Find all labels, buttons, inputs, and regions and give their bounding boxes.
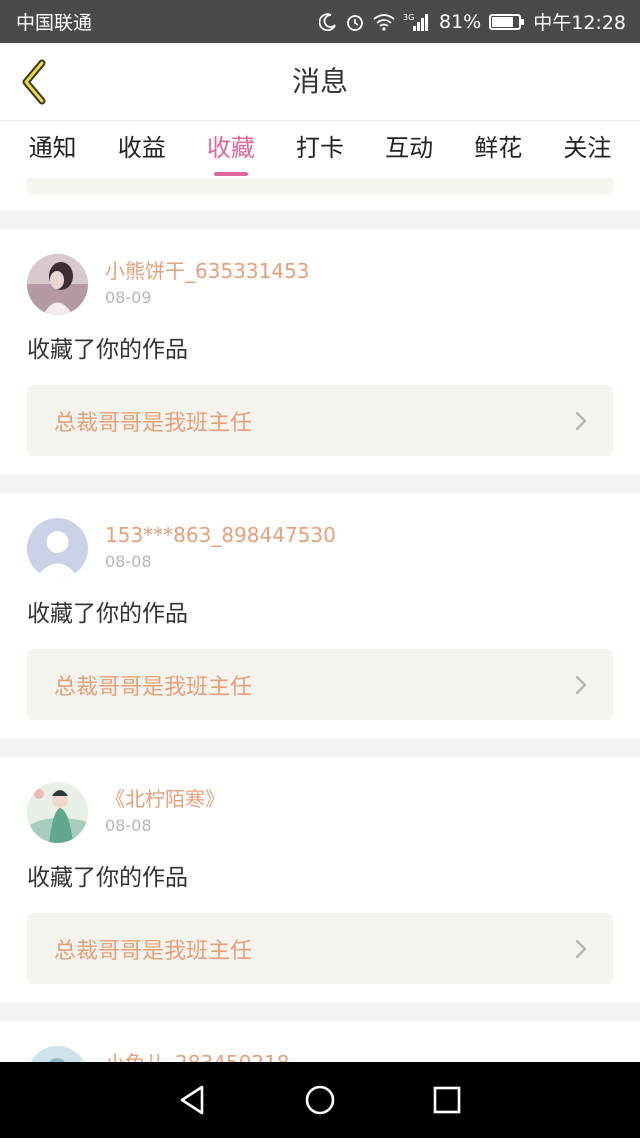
chevron-right-icon	[575, 675, 587, 695]
avatar[interactable]	[27, 254, 88, 315]
nav-back-button[interactable]	[173, 1080, 213, 1120]
chevron-right-icon	[575, 939, 587, 959]
circle-home-icon	[305, 1085, 335, 1115]
favorites-feed: 小熊饼干_635331453 08-09 收藏了你的作品 总裁哥哥是我班主任 1…	[0, 178, 640, 1062]
tab-1[interactable]: 收益	[114, 121, 170, 178]
tab-label: 互动	[385, 134, 434, 162]
system-nav-bar	[0, 1062, 640, 1138]
date: 08-09	[105, 288, 152, 307]
list-item-partial-top	[0, 178, 640, 210]
date: 08-08	[105, 552, 152, 571]
active-tab-indicator	[213, 172, 248, 176]
status-bar: 中国联通 3G 81% 中午12:28	[0, 0, 640, 43]
chevron-right-icon	[575, 411, 587, 431]
battery-percent: 81%	[439, 10, 482, 33]
tab-3[interactable]: 打卡	[292, 121, 348, 178]
nav-recents-button[interactable]	[427, 1080, 467, 1120]
battery-level	[492, 16, 514, 27]
tab-label: 收藏	[206, 134, 255, 162]
tab-2[interactable]: 收藏	[203, 121, 259, 178]
page-title: 消息	[291, 65, 348, 98]
nav-home-button[interactable]	[300, 1080, 340, 1120]
list-item: 小熊饼干_635331453 08-09 收藏了你的作品 总裁哥哥是我班主任	[0, 229, 640, 474]
work-link-partial[interactable]	[27, 178, 613, 194]
battery-icon	[489, 13, 525, 30]
user-name[interactable]: 小兔儿_283450218	[105, 1049, 290, 1062]
tab-label: 关注	[563, 134, 612, 162]
square-recents-icon	[433, 1086, 460, 1114]
tab-6[interactable]: 关注	[559, 121, 615, 178]
network-type-label: 3G	[403, 13, 414, 22]
tab-5[interactable]: 鲜花	[470, 121, 526, 178]
avatar[interactable]	[27, 782, 88, 843]
app-header: 消息	[0, 43, 640, 121]
tab-bar: 通知 收益 收藏 打卡 互动 鲜花 关注	[0, 121, 640, 178]
avatar[interactable]	[27, 1046, 88, 1062]
action-text: 收藏了你的作品	[27, 601, 188, 627]
action-text: 收藏了你的作品	[27, 337, 188, 363]
user-name[interactable]: 小熊饼干_635331453	[105, 257, 310, 285]
tab-label: 鲜花	[474, 134, 523, 162]
user-name[interactable]: 153***863_898447530	[105, 521, 336, 549]
user-name[interactable]: 《北柠陌寒》	[105, 785, 225, 813]
list-item-partial-bottom: 小兔儿_283450218	[0, 1021, 640, 1062]
clock: 中午12:28	[533, 12, 626, 34]
work-link[interactable]: 总裁哥哥是我班主任	[27, 649, 613, 720]
back-button[interactable]	[14, 57, 54, 107]
alarm-icon	[345, 12, 365, 32]
chevron-left-icon	[22, 59, 46, 105]
list-item: 153***863_898447530 08-08 收藏了你的作品 总裁哥哥是我…	[0, 493, 640, 738]
action-text: 收藏了你的作品	[27, 865, 188, 891]
work-link[interactable]: 总裁哥哥是我班主任	[27, 913, 613, 984]
tab-label: 打卡	[295, 134, 344, 162]
tab-4[interactable]: 互动	[381, 121, 437, 178]
date: 08-08	[105, 816, 152, 835]
status-icons: 3G 81% 中午12:28	[319, 8, 626, 35]
wifi-icon	[373, 13, 395, 31]
avatar[interactable]	[27, 518, 88, 579]
tab-label: 收益	[117, 134, 166, 162]
moon-icon	[319, 12, 337, 31]
list-item: 《北柠陌寒》 08-08 收藏了你的作品 总裁哥哥是我班主任	[0, 757, 640, 1002]
tab-label: 通知	[28, 134, 77, 162]
work-link[interactable]: 总裁哥哥是我班主任	[27, 385, 613, 456]
work-title: 总裁哥哥是我班主任	[54, 674, 253, 700]
work-title: 总裁哥哥是我班主任	[54, 410, 253, 436]
tab-0[interactable]: 通知	[25, 121, 81, 178]
carrier-label: 中国联通	[16, 12, 93, 34]
triangle-back-icon	[181, 1085, 204, 1115]
signal-icon: 3G	[403, 12, 431, 32]
work-title: 总裁哥哥是我班主任	[54, 938, 253, 964]
